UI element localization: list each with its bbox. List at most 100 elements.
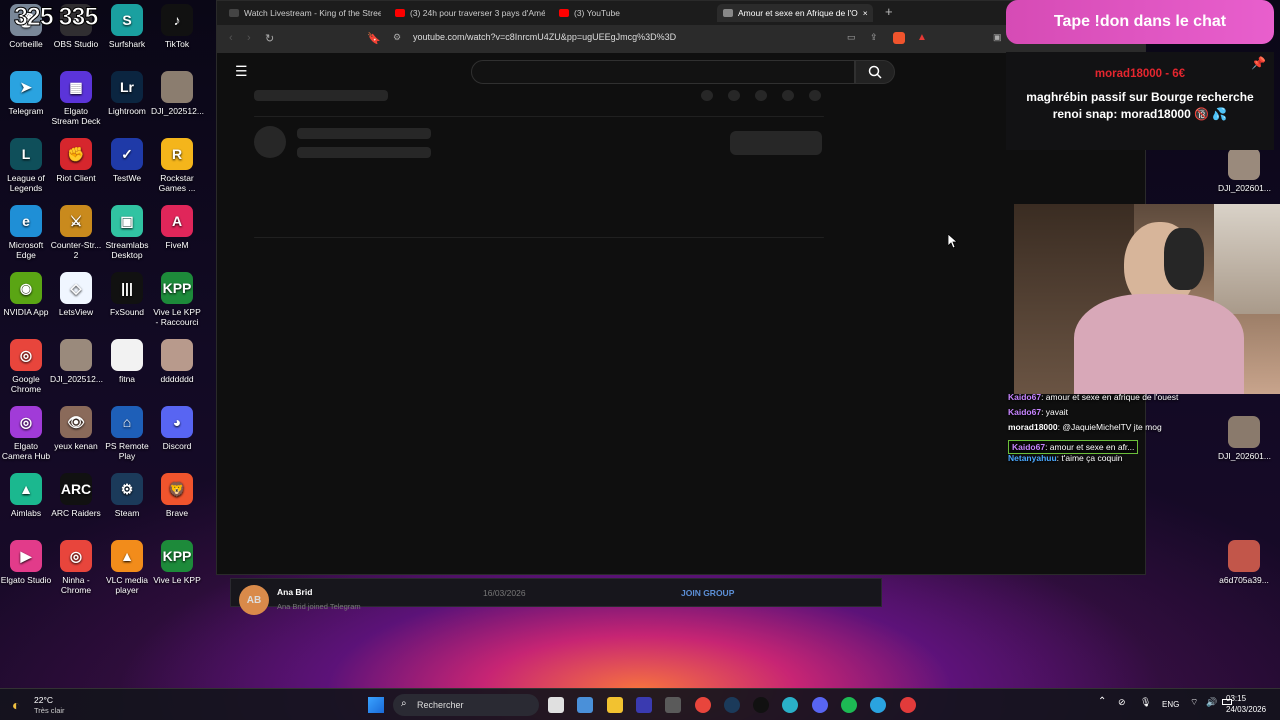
desktop-icon[interactable]: ◎ Elgato Camera Hub: [0, 406, 52, 461]
desktop-icon[interactable]: ✓ TestWe: [101, 138, 153, 183]
search-input[interactable]: [471, 60, 855, 84]
desktop-icon[interactable]: ◇ LetsView: [50, 272, 102, 317]
microphone-icon[interactable]: 🎙: [1140, 697, 1151, 708]
taskbar-spotify-icon[interactable]: [841, 697, 857, 713]
taskbar-file-explorer-icon[interactable]: [606, 697, 623, 713]
taskbar-tool-icon[interactable]: [782, 697, 799, 713]
close-tab-icon[interactable]: ×: [863, 8, 868, 18]
chat-text: : amour et sexe en afr...: [1045, 442, 1135, 452]
desktop-icon[interactable]: e Microsoft Edge: [0, 205, 52, 260]
taskbar-chrome-icon[interactable]: [694, 697, 711, 713]
desktop-icon-label: Corbeille: [9, 39, 43, 49]
taskbar-taskview-icon[interactable]: [548, 697, 564, 713]
brave-rewards-icon[interactable]: ▲: [917, 32, 927, 43]
taskbar-obs-icon[interactable]: [665, 697, 682, 713]
clock-time[interactable]: 03:15: [1226, 694, 1246, 703]
desktop-icon[interactable]: ➤ Telegram: [0, 71, 52, 116]
desktop-icon[interactable]: ▣ Streamlabs Desktop: [101, 205, 153, 260]
desktop-icon[interactable]: S Surfshark: [101, 4, 153, 49]
forward-icon[interactable]: ›: [247, 32, 251, 44]
new-tab-button[interactable]: +: [885, 4, 893, 19]
desktop-icon-label: Google Chrome: [10, 374, 42, 394]
desktop-icon[interactable]: Lr Lightroom: [101, 71, 153, 116]
desktop-icon[interactable]: ▲ VLC media player: [101, 540, 153, 595]
desktop-icon[interactable]: KPP Vive Le KPP: [151, 540, 203, 585]
desktop-icon[interactable]: KPP Vive Le KPP - Raccourci: [151, 272, 203, 327]
donation-alert: 📌 morad18000 - 6€ maghrébin passif sur B…: [1006, 52, 1274, 150]
desktop-icon-label: League of Legends: [7, 173, 45, 193]
desktop-icon[interactable]: ♪ TikTok: [151, 4, 203, 49]
site-info-icon[interactable]: ⚙: [393, 32, 401, 43]
back-icon[interactable]: ‹: [229, 32, 233, 44]
cast-icon[interactable]: ▭: [847, 32, 856, 43]
tray-chevron-icon[interactable]: ⌃: [1098, 696, 1106, 707]
desktop-icon[interactable]: ▦ Elgato Stream Deck: [50, 71, 102, 126]
language-indicator[interactable]: ENG: [1162, 700, 1179, 709]
reload-icon[interactable]: ↻: [265, 32, 274, 45]
wifi-icon[interactable]: ⌔: [1190, 697, 1198, 708]
desktop-icon[interactable]: 🦁 Brave: [151, 473, 203, 518]
skeleton-title: [254, 90, 388, 101]
tray-app-icon[interactable]: ⊘: [1118, 697, 1126, 708]
desktop-icon[interactable]: ⚙ Steam: [101, 473, 153, 518]
start-icon[interactable]: [368, 697, 384, 713]
desktop-icon[interactable]: ARC ARC Raiders: [50, 473, 102, 518]
weather-icon[interactable]: ◐: [12, 697, 20, 713]
desktop-icon[interactable]: ◎ Ninha - Chrome: [50, 540, 102, 595]
desktop-icon[interactable]: ||| FxSound: [101, 272, 153, 317]
app-icon: 👁: [60, 406, 92, 438]
tab-favicon-icon: [229, 9, 239, 17]
taskbar-discord-icon[interactable]: [811, 697, 828, 713]
join-group-button[interactable]: JOIN GROUP: [681, 588, 734, 598]
desktop-icon[interactable]: ◎ Google Chrome: [0, 339, 52, 394]
browser-tab[interactable]: Amour et sexe en Afrique de l'O ×: [717, 4, 873, 22]
desktop-icon[interactable]: R Rockstar Games ...: [151, 138, 203, 193]
telegram-notification[interactable]: AB Ana Brid Ana Brid joined Telegram 16/…: [230, 578, 882, 615]
search-button[interactable]: [855, 60, 895, 84]
url-field[interactable]: youtube.com/watch?v=c8InrcmU4ZU&pp=ugUEE…: [413, 32, 676, 42]
desktop-icon[interactable]: ✊ Riot Client: [50, 138, 102, 183]
desktop-icon[interactable]: ⚔ Counter-Str... 2: [50, 205, 102, 260]
desktop-icon[interactable]: ddddddd: [151, 339, 203, 384]
taskbar-widgets-icon[interactable]: [577, 697, 594, 713]
desktop-icon[interactable]: ▲ Aimlabs: [0, 473, 52, 518]
volume-icon[interactable]: 🔊: [1206, 697, 1217, 708]
donation-message: maghrébin passif sur Bourge recherche re…: [1026, 90, 1254, 121]
desktop-icon[interactable]: a6d705a39...: [1218, 540, 1270, 585]
donation-banner: Tape !don dans le chat: [1006, 0, 1274, 44]
clock-date[interactable]: 24/03/2026: [1226, 705, 1266, 714]
taskbar-premiere-icon[interactable]: [635, 697, 652, 713]
desktop-icon[interactable]: 👁 yeux kenan: [50, 406, 102, 451]
share-icon[interactable]: ⇪: [870, 32, 878, 43]
skeleton-action: [782, 90, 794, 101]
weather-temp[interactable]: 22°C: [34, 695, 53, 705]
browser-tab[interactable]: (3) YouTube: [553, 4, 713, 22]
taskbar-telegram-icon[interactable]: [870, 697, 887, 713]
desktop-icon[interactable]: DJI_202601...: [1218, 416, 1271, 461]
desktop-icon[interactable]: DJI_202601...: [1218, 148, 1271, 193]
taskbar-steam-icon[interactable]: [723, 697, 740, 713]
search-bar[interactable]: ⌕ Rechercher: [393, 694, 539, 716]
desktop-icon[interactable]: ▶ Elgato Studio: [0, 540, 52, 585]
desktop-icon[interactable]: L League of Legends: [0, 138, 52, 193]
notification-subtext: Ana Brid joined Telegram: [277, 602, 361, 611]
skeleton-action: [701, 90, 713, 101]
browser-tab[interactable]: (3) 24h pour traverser 3 pays d'Amér: [389, 4, 545, 22]
desktop-icon[interactable]: fitna: [101, 339, 153, 384]
sidebar-icon[interactable]: ▣: [993, 32, 1002, 43]
desktop-icon[interactable]: ⌂ PS Remote Play: [101, 406, 153, 461]
desktop-icon[interactable]: DJI_202512...: [151, 71, 204, 116]
menu-icon[interactable]: ☰: [235, 63, 248, 80]
desktop-icon[interactable]: ◕ Discord: [151, 406, 203, 451]
desktop-icon[interactable]: DJI_202512...: [50, 339, 103, 384]
taskbar-tiktok-icon[interactable]: [753, 697, 770, 713]
taskbar-brave-icon[interactable]: [899, 697, 916, 713]
desktop-icon[interactable]: A FiveM: [151, 205, 203, 250]
chat-text: : @JaquieMichelTV jte mog: [1057, 422, 1162, 432]
bookmark-icon[interactable]: 🔖: [367, 32, 381, 45]
tab-label: (3) 24h pour traverser 3 pays d'Amér: [410, 8, 545, 18]
desktop-icon[interactable]: ◉ NVIDIA App: [0, 272, 52, 317]
brave-shield-icon[interactable]: [893, 32, 905, 44]
desktop-icon-label: LetsView: [58, 307, 94, 317]
browser-tab[interactable]: Watch Livestream - King of the Stree: [223, 4, 381, 22]
